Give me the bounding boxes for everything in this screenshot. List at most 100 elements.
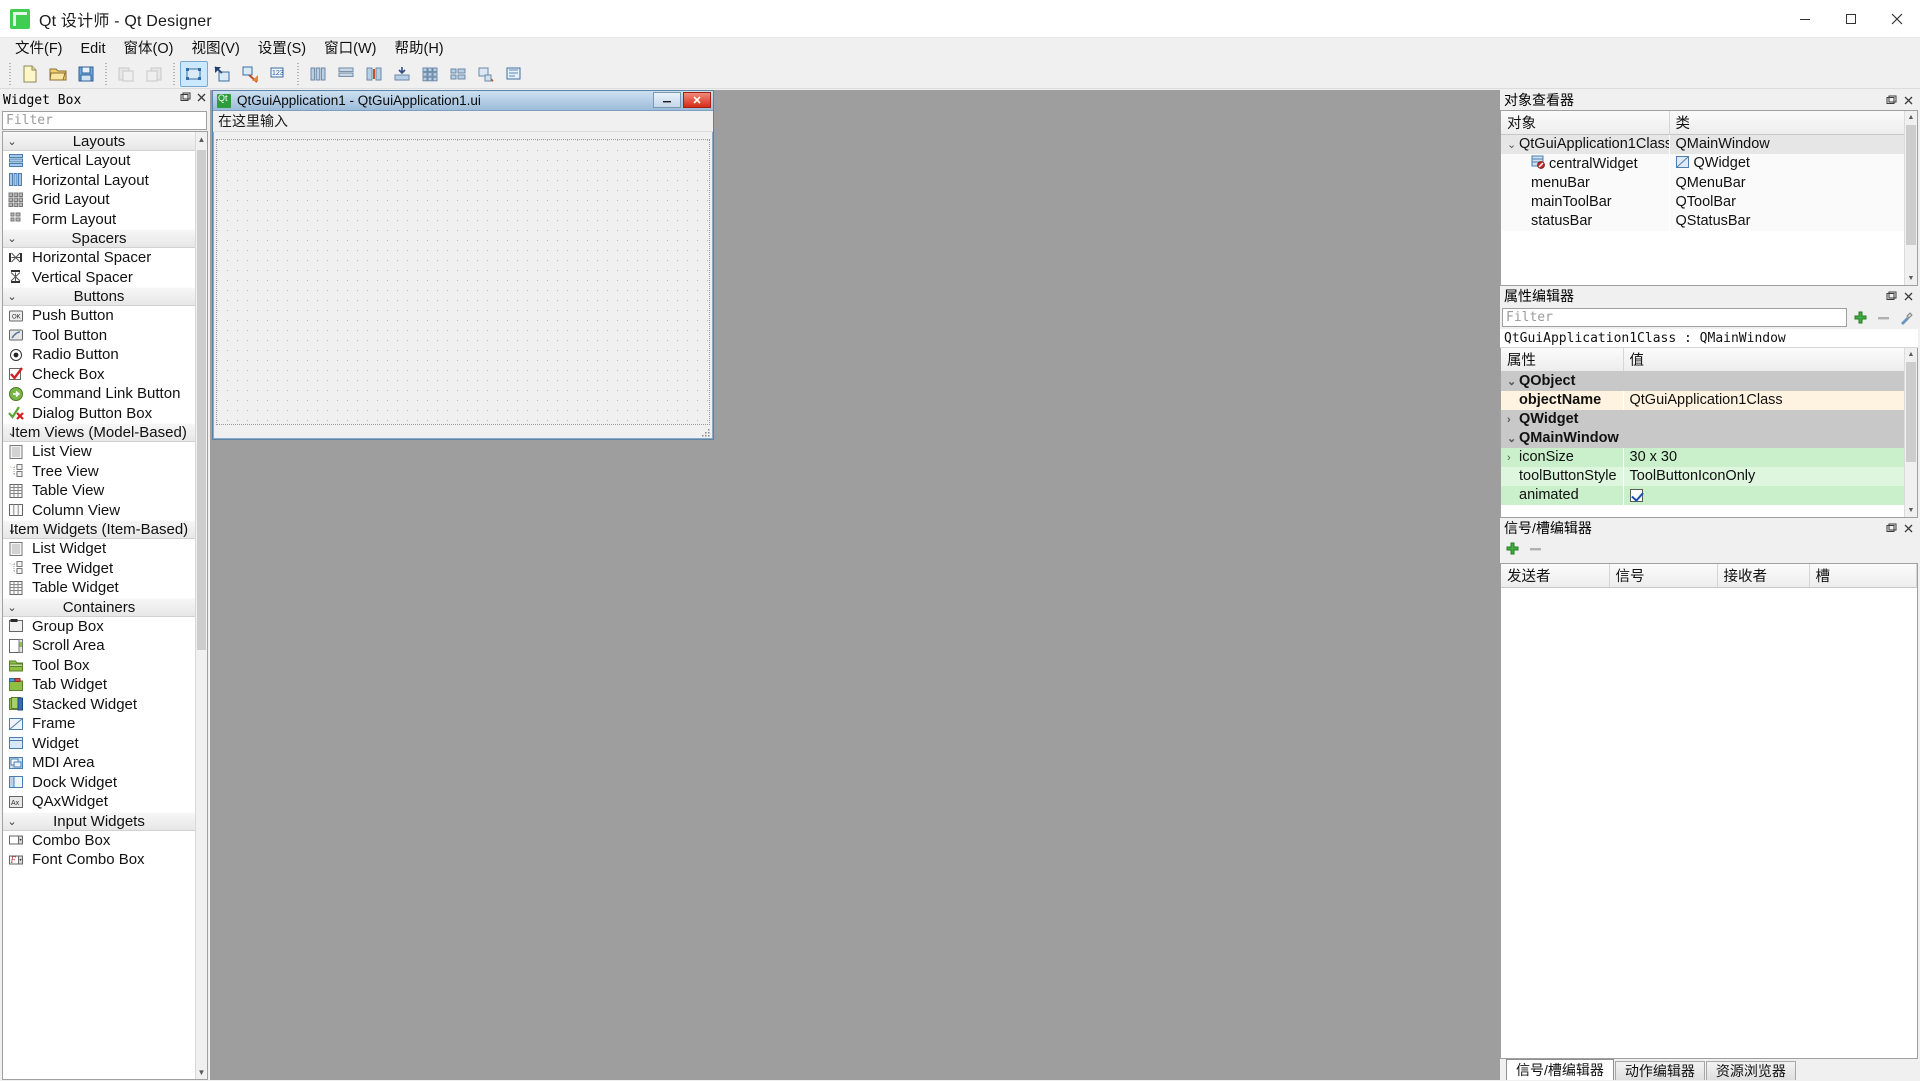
property-section-row[interactable]: ⌄QObject [1501,372,1917,391]
widget-category-item-widgets-item-based[interactable]: ⌄Item Widgets (Item-Based) [3,520,195,539]
widget-category-layouts[interactable]: ⌄Layouts [3,132,195,151]
widget-item-horizontal-spacer[interactable]: Horizontal Spacer [3,248,195,268]
column-header-slot[interactable]: 槽 [1809,564,1917,588]
widget-item-table-widget[interactable]: Table Widget [3,578,195,598]
property-filter-input[interactable]: Filter [1502,308,1847,327]
menu-form[interactable]: 窗体(O) [115,38,183,60]
layout-grid-button[interactable] [416,61,444,87]
edit-widgets-button[interactable] [180,61,208,87]
maximize-button[interactable] [1828,0,1874,38]
widget-category-input-widgets[interactable]: ⌄Input Widgets [3,812,195,831]
scrollbar-thumb[interactable] [1906,362,1916,462]
layout-splitter-horizontal-button[interactable] [360,61,388,87]
configure-icon[interactable] [1897,308,1916,327]
widget-item-frame[interactable]: Frame [3,714,195,734]
property-value-cell[interactable]: QtGuiApplication1Class [1623,391,1917,410]
layout-vertically-button[interactable] [332,61,360,87]
widget-item-combo-box[interactable]: Combo Box [3,831,195,851]
mdi-area[interactable]: QtGuiApplication1 - QtGuiApplication1.ui… [210,90,1500,1080]
menu-window[interactable]: 窗口(W) [315,38,385,60]
float-icon[interactable] [1886,289,1897,305]
widget-item-font-combo-box[interactable]: FFont Combo Box [3,850,195,870]
scroll-down-icon[interactable]: ▼ [1905,272,1917,285]
widget-item-scroll-area[interactable]: Scroll Area [3,636,195,656]
property-row[interactable]: objectNameQtGuiApplication1Class [1501,391,1917,410]
column-header-receiver[interactable]: 接收者 [1717,564,1809,588]
widget-item-dock-widget[interactable]: Dock Widget [3,773,195,793]
chevron-right-icon[interactable]: › [1507,452,1519,464]
column-header-class[interactable]: 类 [1669,111,1917,135]
column-header-object[interactable]: 对象 [1501,111,1669,135]
chevron-down-icon[interactable]: ⌄ [1507,138,1519,151]
redo-button[interactable] [140,61,168,87]
column-header-property[interactable]: 属性 [1501,348,1623,372]
form-minimize-button[interactable] [653,92,681,108]
menu-help[interactable]: 帮助(H) [385,38,452,60]
tab-signal-slot-editor[interactable]: 信号/槽编辑器 [1506,1059,1614,1080]
table-row[interactable]: statusBarQStatusBar [1501,212,1917,231]
widget-item-table-view[interactable]: Table View [3,481,195,501]
property-value-cell[interactable] [1623,486,1917,505]
form-window[interactable]: QtGuiApplication1 - QtGuiApplication1.ui… [212,90,714,440]
widget-item-column-view[interactable]: Column View [3,501,195,521]
minimize-button[interactable] [1782,0,1828,38]
chevron-down-icon[interactable]: ⌄ [1507,432,1519,445]
property-row[interactable]: toolButtonStyleToolButtonIconOnly [1501,467,1917,486]
float-icon[interactable] [1886,521,1897,537]
save-form-button[interactable] [72,61,100,87]
close-icon[interactable] [1903,93,1914,109]
chevron-down-icon[interactable]: ⌄ [1507,375,1519,388]
widget-item-list-view[interactable]: List View [3,442,195,462]
widget-category-item-views-model-based[interactable]: ⌄Item Views (Model-Based) [3,423,195,442]
property-value[interactable]: ToolButtonIconOnly [1630,468,1756,484]
table-row[interactable]: centralWidgetQWidget [1501,154,1917,174]
close-icon[interactable] [196,92,207,103]
add-icon[interactable] [1504,540,1521,561]
form-menubar-placeholder[interactable]: 在这里输入 [218,111,288,131]
close-icon[interactable] [1903,289,1914,305]
remove-icon[interactable] [1527,540,1544,561]
layout-horizontally-button[interactable] [304,61,332,87]
property-row[interactable]: animated [1501,486,1917,505]
edit-tab-order-button[interactable]: 123 [264,61,292,87]
form-central-widget[interactable] [216,139,710,425]
widget-item-dialog-button-box[interactable]: Dialog Button Box [3,404,195,424]
edit-signals-slots-button[interactable] [208,61,236,87]
menu-settings[interactable]: 设置(S) [249,38,315,60]
scroll-down-icon[interactable]: ▼ [1905,504,1917,517]
float-icon[interactable] [1886,93,1897,109]
property-checkbox[interactable] [1630,489,1643,502]
widget-item-horizontal-layout[interactable]: Horizontal Layout [3,171,195,191]
property-value[interactable]: QtGuiApplication1Class [1630,392,1783,408]
widget-item-widget[interactable]: Widget [3,734,195,754]
property-value-cell[interactable]: ToolButtonIconOnly [1623,467,1917,486]
float-icon[interactable] [180,92,191,103]
widget-category-containers[interactable]: ⌄Containers [3,598,195,617]
tab-resource-browser[interactable]: 资源浏览器 [1706,1061,1796,1080]
scroll-up-icon[interactable]: ▲ [1905,348,1917,361]
form-close-button[interactable] [683,92,711,108]
column-header-signal[interactable]: 信号 [1609,564,1717,588]
property-section-row[interactable]: ›QWidget [1501,410,1917,429]
column-header-value[interactable]: 值 [1623,348,1917,372]
remove-icon[interactable] [1874,308,1893,327]
widget-item-list-widget[interactable]: List Widget [3,539,195,559]
scrollbar-thumb[interactable] [197,150,206,650]
table-row[interactable]: menuBarQMenuBar [1501,174,1917,193]
widget-category-buttons[interactable]: ⌄Buttons [3,287,195,306]
widget-item-tool-button[interactable]: Tool Button [3,326,195,346]
widget-item-tree-view[interactable]: Tree View [3,462,195,482]
scrollbar-thumb[interactable] [1906,125,1916,245]
widget-item-command-link-button[interactable]: Command Link Button [3,384,195,404]
widget-item-qaxwidget[interactable]: AxQAxWidget [3,792,195,812]
widget-box-filter-input[interactable]: Filter [2,111,207,130]
widget-item-tool-box[interactable]: Tool Box [3,656,195,676]
menu-view[interactable]: 视图(V) [182,38,248,60]
widget-item-push-button[interactable]: OKPush Button [3,306,195,326]
layout-splitter-vertical-button[interactable] [388,61,416,87]
tab-action-editor[interactable]: 动作编辑器 [1615,1061,1705,1080]
scroll-up-icon[interactable]: ▲ [1905,111,1917,124]
widget-item-tab-widget[interactable]: Tab Widget [3,675,195,695]
scroll-up-icon[interactable]: ▲ [196,132,207,146]
menu-file[interactable]: 文件(F) [6,38,72,60]
